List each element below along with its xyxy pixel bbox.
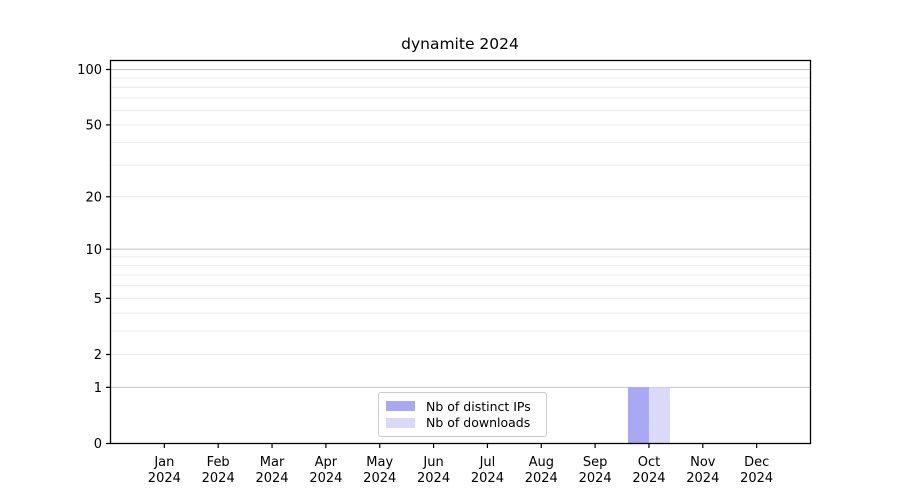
x-tick-label-year: 2024 bbox=[740, 471, 773, 486]
x-tick-label-month: Jul bbox=[479, 455, 496, 470]
legend: Nb of distinct IPs Nb of downloads bbox=[378, 392, 547, 437]
x-tick-label-year: 2024 bbox=[309, 471, 342, 486]
x-tick-label-year: 2024 bbox=[148, 471, 181, 486]
x-tick-label-month: Feb bbox=[207, 455, 230, 470]
x-tick-label-month: Apr bbox=[315, 455, 338, 470]
x-tick-label-month: Nov bbox=[690, 455, 716, 470]
legend-item-downloads: Nb of downloads bbox=[386, 415, 539, 430]
x-tick-label-year: 2024 bbox=[202, 471, 235, 486]
x-tick-label-month: Aug bbox=[529, 455, 554, 470]
x-tick-label-year: 2024 bbox=[471, 471, 504, 486]
x-tick-label-month: Oct bbox=[638, 455, 660, 470]
y-tick-label: 100 bbox=[77, 63, 102, 78]
chart-figure: dynamite 2024 0125102050100Jan2024Feb202… bbox=[0, 0, 900, 500]
legend-swatch-downloads bbox=[386, 418, 415, 428]
x-tick-label-year: 2024 bbox=[525, 471, 558, 486]
legend-label-downloads: Nb of downloads bbox=[426, 415, 530, 430]
x-tick-label-month: Mar bbox=[260, 455, 285, 470]
bar-distinct-ips bbox=[628, 387, 649, 443]
x-tick-label-year: 2024 bbox=[632, 471, 665, 486]
x-tick-label-year: 2024 bbox=[363, 471, 396, 486]
y-tick-label: 2 bbox=[94, 348, 102, 363]
y-tick-label: 5 bbox=[94, 292, 102, 307]
plot-border bbox=[111, 61, 811, 444]
x-tick-label-month: Sep bbox=[583, 455, 608, 470]
y-tick-label: 20 bbox=[85, 190, 102, 205]
y-tick-label: 10 bbox=[85, 243, 102, 258]
y-tick-label: 50 bbox=[85, 118, 102, 133]
x-tick-label-year: 2024 bbox=[417, 471, 450, 486]
legend-label-distinct-ips: Nb of distinct IPs bbox=[426, 399, 531, 414]
legend-item-distinct-ips: Nb of distinct IPs bbox=[386, 399, 539, 414]
x-tick-label-month: Jan bbox=[153, 455, 174, 470]
x-tick-label-year: 2024 bbox=[686, 471, 719, 486]
x-tick-label-month: Jun bbox=[422, 455, 443, 470]
x-tick-label-month: May bbox=[366, 455, 393, 470]
x-tick-label-year: 2024 bbox=[579, 471, 612, 486]
legend-swatch-distinct-ips bbox=[386, 401, 415, 411]
bar-downloads bbox=[649, 387, 670, 443]
y-tick-label: 0 bbox=[94, 437, 102, 452]
x-tick-label-year: 2024 bbox=[255, 471, 288, 486]
x-tick-label-month: Dec bbox=[744, 455, 769, 470]
y-tick-label: 1 bbox=[94, 381, 102, 396]
